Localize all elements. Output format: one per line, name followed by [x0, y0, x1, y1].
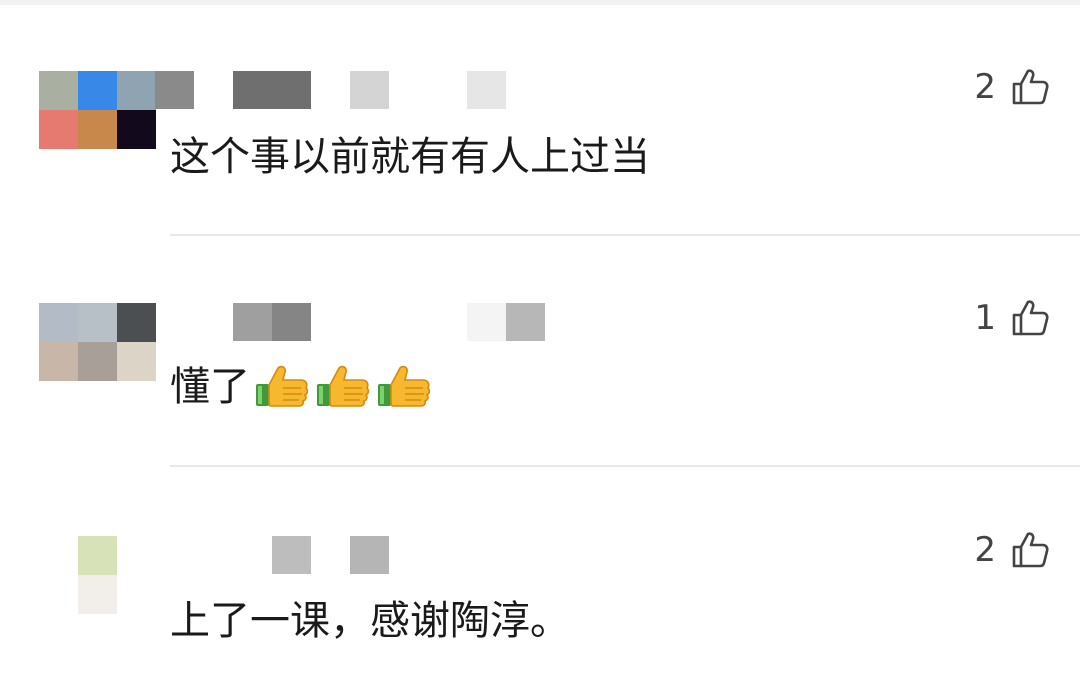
- avatar[interactable]: [39, 536, 156, 614]
- avatar-pixel: [78, 303, 117, 342]
- avatar-pixel: [78, 342, 117, 381]
- avatar-pixel: [78, 536, 117, 575]
- avatar-pixel: [39, 71, 78, 110]
- thumbs-up-icon: [256, 365, 309, 407]
- username-blurred[interactable]: [155, 71, 575, 109]
- top-divider: [0, 0, 1080, 5]
- comment-divider: [170, 465, 1080, 467]
- like-button[interactable]: 2: [940, 530, 1050, 570]
- comment-text: 懂了: [170, 364, 250, 410]
- name-pixel: [233, 71, 272, 109]
- thumbs-up-icon: [1012, 532, 1049, 568]
- avatar-pixel: [117, 536, 156, 575]
- name-pixel: [155, 71, 194, 109]
- avatar-pixel: [117, 303, 156, 342]
- name-pixel: [272, 303, 311, 341]
- comment-divider: [170, 234, 1080, 236]
- comment-list-screen: 这个事以前就有有人上过当 2 懂了 1 上了一课，感谢陶淳。 2: [0, 0, 1080, 686]
- username-blurred[interactable]: [155, 303, 575, 341]
- name-pixel: [467, 71, 506, 109]
- avatar-pixel: [39, 110, 78, 149]
- thumbs-up-icon: [378, 365, 431, 407]
- avatar-pixel: [39, 536, 78, 575]
- name-pixel: [272, 536, 311, 574]
- like-count: 1: [974, 298, 996, 338]
- thumbs-up-icon: [1012, 69, 1049, 105]
- thumbs-up-icon: [317, 365, 370, 407]
- name-pixel: [350, 71, 389, 109]
- avatar-pixel: [39, 575, 78, 614]
- like-button[interactable]: 1: [940, 298, 1050, 338]
- like-button[interactable]: 2: [940, 67, 1050, 107]
- name-pixel: [272, 71, 311, 109]
- avatar-pixel: [78, 110, 117, 149]
- avatar-pixel: [117, 110, 156, 149]
- avatar-pixel: [78, 71, 117, 110]
- username-blurred[interactable]: [155, 536, 575, 574]
- comment-text: 这个事以前就有有人上过当: [170, 134, 650, 180]
- avatar-pixel: [117, 71, 156, 110]
- thumbs-up-icon: [1012, 300, 1049, 336]
- avatar-pixel: [117, 342, 156, 381]
- avatar-pixel: [117, 575, 156, 614]
- avatar[interactable]: [39, 71, 156, 149]
- avatar-pixel: [39, 342, 78, 381]
- avatar[interactable]: [39, 303, 156, 381]
- like-count: 2: [974, 67, 996, 107]
- name-pixel: [233, 303, 272, 341]
- avatar-pixel: [39, 303, 78, 342]
- like-count: 2: [974, 530, 996, 570]
- comment-text: 上了一课，感谢陶淳。: [170, 598, 570, 644]
- name-pixel: [506, 303, 545, 341]
- name-pixel: [467, 303, 506, 341]
- avatar-pixel: [78, 575, 117, 614]
- comment-text-row: 懂了: [170, 362, 433, 412]
- name-pixel: [350, 536, 389, 574]
